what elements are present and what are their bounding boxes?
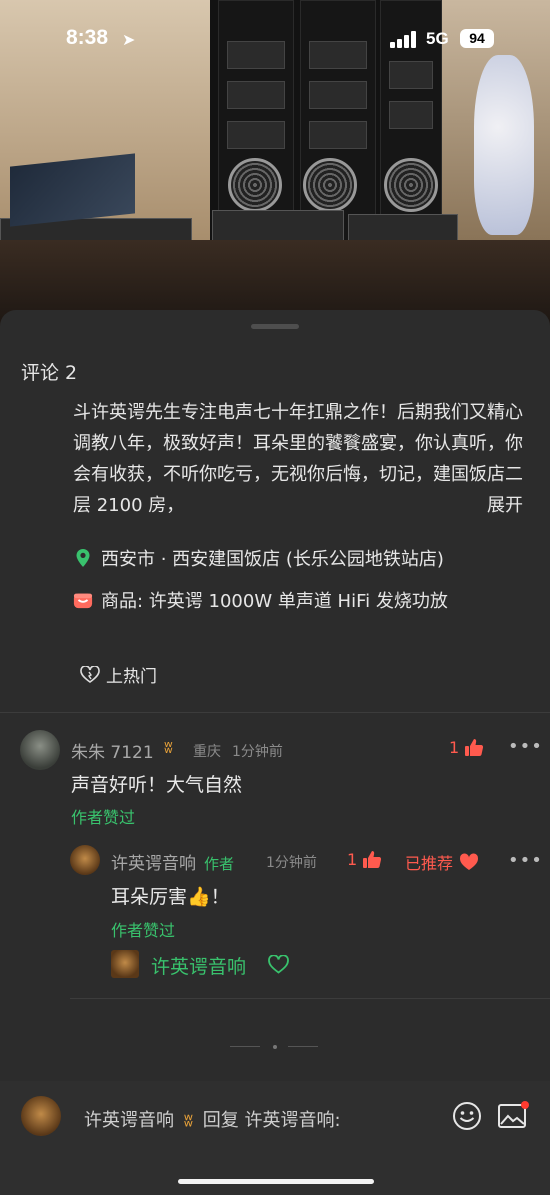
reply-author[interactable]: 许英谔音响 作者 — [111, 849, 234, 874]
reply-bar: 许英谔音响 ʬ 回复 许英谔音响: — [0, 1081, 550, 1195]
reply-time: 1分钟前 — [266, 855, 317, 871]
reply-like-button[interactable]: 1 — [347, 850, 382, 869]
reply-avatar[interactable] — [70, 845, 100, 875]
thumbs-up-icon — [465, 739, 484, 756]
shopping-bag-icon — [73, 593, 93, 609]
post-product-text: 商品: 许英谔 1000W 单声道 HiFi 发烧功放 — [101, 591, 448, 612]
reply-action: 回复 — [202, 1110, 239, 1131]
comment-like-button[interactable]: 1 — [449, 738, 484, 757]
expand-button[interactable]: 展开 — [481, 490, 523, 521]
location-arrow-icon: ➤ — [122, 30, 136, 49]
photo-fan — [384, 158, 438, 212]
battery-indicator: 94 — [460, 29, 494, 48]
post-description: 斗许英谔先生专注电声七十年扛鼎之作！后期我们又精心调教八年，极致好声！耳朵里的饕… — [73, 400, 523, 521]
author-tag: 作者 — [204, 855, 235, 873]
post-product[interactable]: 商品: 许英谔 1000W 单声道 HiFi 发烧功放 — [73, 587, 448, 613]
heart-icon — [459, 853, 479, 870]
photo-vase — [474, 55, 534, 235]
photo-fan — [228, 158, 282, 212]
author-signature-name[interactable]: 许英谔音响 — [151, 952, 246, 979]
reply-author-liked-badge: 作者赞过 — [111, 921, 176, 940]
recommended-button[interactable]: 已推荐 — [405, 850, 479, 874]
author-heart-icon[interactable] — [268, 955, 289, 974]
reply-target: 许英谔音响: — [244, 1110, 341, 1131]
commenter-name[interactable]: 朱朱 7121 — [71, 738, 154, 763]
sheet-drag-handle[interactable] — [251, 324, 299, 329]
recommended-label: 已推荐 — [405, 854, 454, 873]
fan-badge-icon: ʬ — [164, 738, 173, 758]
post-location-text: 西安市 · 西安建国饭店 (长乐公园地铁站店) — [101, 549, 444, 570]
home-indicator — [178, 1179, 374, 1184]
reply-like-count: 1 — [347, 850, 358, 869]
status-bar: 8:38 ➤ 5G 94 — [0, 26, 550, 56]
post-text: 斗许英谔先生专注电声七十年扛鼎之作！后期我们又精心调教八年，极致好声！耳朵里的饕… — [73, 397, 523, 521]
reply-current-user: 许英谔音响 — [84, 1110, 174, 1131]
section-divider — [0, 712, 550, 713]
fan-badge-icon: ʬ — [183, 1110, 194, 1131]
promote-label: 上热门 — [106, 667, 157, 687]
photo-fan — [303, 158, 357, 212]
current-user-avatar[interactable] — [21, 1096, 61, 1136]
emoji-icon[interactable] — [452, 1101, 482, 1131]
comment-text[interactable]: 声音好听！大气自然 — [71, 770, 242, 797]
thumbs-up-icon — [363, 851, 382, 868]
heart-flame-icon — [80, 665, 100, 683]
author-signature-avatar — [111, 950, 139, 978]
promote-button[interactable]: 上热门 — [80, 662, 157, 687]
location-pin-icon — [76, 549, 90, 567]
comments-title: 评论 2 — [21, 362, 78, 384]
comment-divider — [70, 998, 550, 999]
post-location[interactable]: 西安市 · 西安建国饭店 (长乐公园地铁站店) — [73, 545, 444, 571]
reply-more-button[interactable]: ••• — [508, 850, 543, 871]
comment-location: 重庆 — [193, 744, 221, 760]
image-picker-icon[interactable] — [497, 1101, 531, 1131]
commenter-avatar[interactable] — [20, 730, 60, 770]
network-type: 5G — [426, 29, 449, 48]
comment-time: 1分钟前 — [232, 744, 283, 760]
reply-input[interactable]: 许英谔音响 ʬ 回复 许英谔音响: — [84, 1106, 341, 1132]
comment-more-button[interactable]: ••• — [508, 736, 543, 757]
comment-like-count: 1 — [449, 738, 460, 757]
author-liked-badge: 作者赞过 — [71, 808, 136, 827]
load-more-indicator — [230, 1045, 320, 1049]
cellular-signal-icon — [390, 30, 420, 48]
reply-text[interactable]: 耳朵厉害👍！ — [111, 882, 230, 909]
status-time: 8:38 — [66, 26, 109, 49]
